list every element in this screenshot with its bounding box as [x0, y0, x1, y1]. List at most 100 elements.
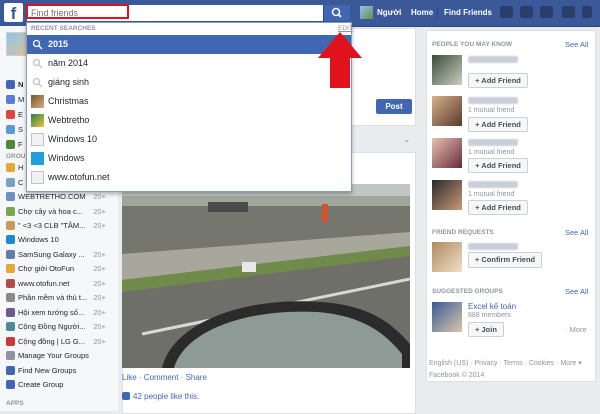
- page-thumbnail: [31, 114, 44, 127]
- sidebar-item[interactable]: Cộng Đồng Người... 20+: [6, 320, 116, 334]
- mutual-friends[interactable]: 1 mutual friend: [468, 149, 514, 156]
- confirm-friend-button[interactable]: + Confirm Friend: [468, 252, 542, 268]
- search-icon: [331, 7, 342, 18]
- sidebar-item[interactable]: Find New Groups: [6, 364, 116, 378]
- sidebar-item[interactable]: Hội xem tướng số... 20+: [6, 306, 116, 320]
- join-group-button[interactable]: + Join: [468, 322, 504, 337]
- avatar[interactable]: [432, 180, 462, 210]
- group-icon: [6, 178, 15, 187]
- copyright: Facebook © 2014: [429, 372, 485, 379]
- page-thumbnail: [31, 95, 44, 108]
- nav-find-friends[interactable]: Find Friends: [444, 0, 492, 26]
- recent-searches-dropdown: RECENT SEARCHES EDIT 2015 năm 2014 giáng…: [26, 22, 353, 192]
- profile-thumb[interactable]: [360, 6, 373, 19]
- person-name[interactable]: [468, 56, 518, 63]
- friends-icon: [6, 140, 15, 149]
- recent-search-item[interactable]: www.otofun.net: [27, 168, 351, 187]
- messages-icon[interactable]: [520, 6, 533, 18]
- avatar[interactable]: [432, 138, 462, 168]
- footer-links[interactable]: English (US) · Privacy · Terms · Cookies…: [429, 358, 597, 382]
- sidebar-item[interactable]: Chợ cây và hoa c... 20+: [6, 205, 116, 219]
- like-count[interactable]: 42 people like this.: [122, 392, 199, 401]
- search-highlight-box: [26, 4, 129, 19]
- default-page-icon: [31, 133, 44, 146]
- mutual-friends[interactable]: 1 mutual friend: [468, 107, 514, 114]
- recent-search-item[interactable]: Webtretho: [27, 111, 351, 130]
- recent-search-item[interactable]: năm 2014: [27, 54, 351, 73]
- avatar[interactable]: [432, 96, 462, 126]
- sidebar-item[interactable]: www.otofun.net 20+: [6, 277, 116, 291]
- recent-searches-heading: RECENT SEARCHES: [31, 25, 96, 32]
- person-name[interactable]: [468, 139, 518, 146]
- see-all-link[interactable]: See All: [565, 40, 588, 49]
- groups-heading: GROU: [6, 153, 26, 160]
- mutual-friends[interactable]: 1 mutual friend: [468, 191, 514, 198]
- search-icon: [31, 76, 44, 89]
- search-icon: [31, 38, 44, 51]
- group-members: 888 members: [468, 312, 511, 319]
- story-actions[interactable]: Like · Comment · Share: [122, 373, 207, 382]
- recent-search-item[interactable]: Windows 10: [27, 130, 351, 149]
- search-icon: [31, 57, 44, 70]
- edit-link[interactable]: EDIT: [338, 25, 353, 32]
- add-friend-button[interactable]: + Add Friend: [468, 117, 528, 132]
- chevron-down-icon[interactable]: ⌄: [403, 134, 411, 145]
- recent-search-item[interactable]: Christmas: [27, 92, 351, 111]
- avatar[interactable]: [432, 55, 462, 85]
- friend-requests-icon[interactable]: [500, 6, 513, 18]
- see-all-link[interactable]: See All: [565, 228, 588, 237]
- group-icon: [6, 192, 15, 201]
- people-you-may-know-heading: PEOPLE YOU MAY KNOW: [432, 41, 513, 48]
- facebook-logo[interactable]: f: [4, 3, 23, 22]
- settings-menu-icon[interactable]: [582, 6, 592, 18]
- group-thumbnail[interactable]: [432, 302, 462, 332]
- recent-search-item[interactable]: giáng sinh: [27, 73, 351, 92]
- sidebar-item[interactable]: Chợ giời OtoFun 20+: [6, 262, 116, 276]
- create-group-icon: [6, 380, 15, 389]
- notifications-icon[interactable]: [540, 6, 553, 18]
- sidebar-item[interactable]: Manage Your Groups: [6, 349, 116, 363]
- more-link[interactable]: · More: [565, 325, 587, 334]
- person-name[interactable]: [468, 243, 518, 250]
- apps-heading: APPS: [6, 400, 24, 407]
- sidebar-item[interactable]: Cộng đồng | LG G... 20+: [6, 335, 116, 349]
- group-icon: [6, 337, 15, 346]
- person-name[interactable]: [468, 97, 518, 104]
- nav-home[interactable]: Home: [411, 0, 433, 26]
- group-icon: [6, 279, 15, 288]
- messages-icon: [6, 95, 15, 104]
- search-button[interactable]: [323, 5, 350, 21]
- privacy-lock-icon[interactable]: [562, 6, 575, 18]
- group-icon: [6, 163, 15, 172]
- add-friend-button[interactable]: + Add Friend: [468, 73, 528, 88]
- nav-profile[interactable]: Người: [377, 0, 401, 26]
- see-all-link[interactable]: See All: [565, 287, 588, 296]
- sidebar-item[interactable]: Windows 10: [6, 233, 116, 247]
- sidebar-item[interactable]: SamSung Galaxy ... 20+: [6, 248, 116, 262]
- saved-icon: [6, 125, 15, 134]
- person-name[interactable]: [468, 181, 518, 188]
- street-scene-image: [122, 184, 410, 368]
- red-arrow-annotation: [318, 32, 362, 88]
- feed-photo[interactable]: [122, 184, 410, 368]
- events-icon: [6, 110, 15, 119]
- recent-search-item[interactable]: Windows: [27, 149, 351, 168]
- sidebar-item[interactable]: Create Group: [6, 378, 116, 392]
- group-icon: [6, 293, 15, 302]
- windows-icon: [31, 152, 44, 165]
- sidebar-item[interactable]: " <3 <3 CLB "TÂM... 20+: [6, 219, 116, 233]
- sidebar-item[interactable]: WEBTRETHO.COM 20+: [6, 190, 116, 204]
- add-friend-button[interactable]: + Add Friend: [468, 158, 528, 173]
- like-thumb-icon: [122, 392, 130, 400]
- group-icon: [6, 207, 15, 216]
- recent-search-item[interactable]: 2015: [27, 35, 351, 54]
- add-friend-button[interactable]: + Add Friend: [468, 200, 528, 215]
- group-icon: [6, 221, 15, 230]
- post-button[interactable]: Post: [376, 99, 412, 114]
- footer-line[interactable]: English (US) · Privacy · Terms · Cookies…: [429, 358, 597, 370]
- group-name[interactable]: Excel kế toán: [468, 302, 516, 311]
- nav-divider: [437, 8, 438, 19]
- sidebar-item[interactable]: Phần mềm và thủ t... 20+: [6, 291, 116, 305]
- avatar[interactable]: [432, 242, 462, 272]
- news-feed-icon: [6, 80, 15, 89]
